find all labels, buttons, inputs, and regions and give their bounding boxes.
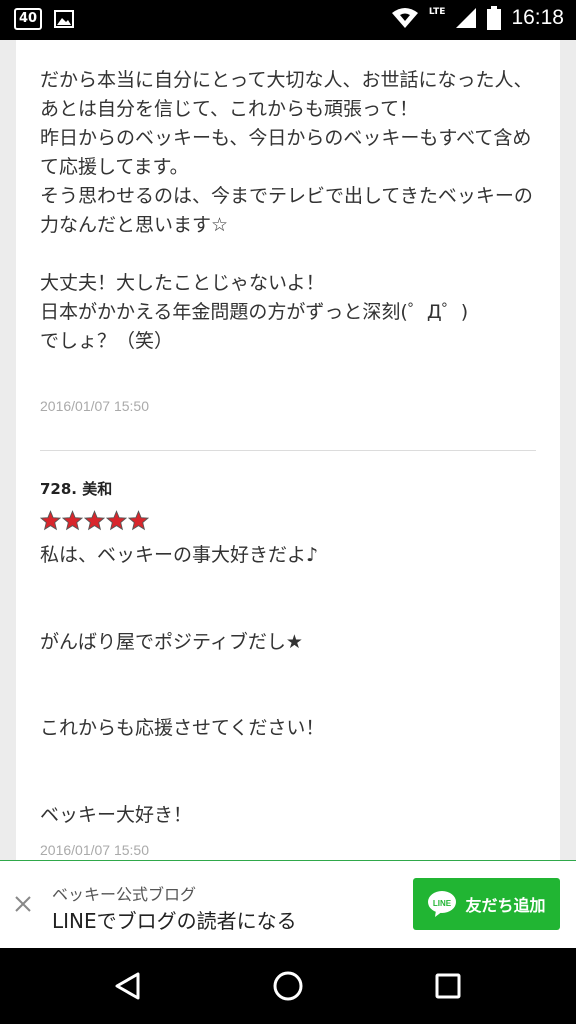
comment-divider (40, 450, 536, 451)
comment-line: ベッキー大好き！ (40, 804, 193, 826)
add-friend-button[interactable]: LINE 友だち追加 (413, 878, 560, 930)
recents-icon[interactable] (430, 968, 466, 1004)
star-icon (106, 510, 127, 531)
star-icon (40, 510, 61, 531)
star-icon (84, 510, 105, 531)
banner-title[interactable]: LINEでブログの読者になる (52, 905, 297, 934)
navigation-bar (0, 948, 576, 1024)
comment-line: がんばり屋でポジティブだし★ (40, 631, 303, 653)
image-icon (54, 10, 75, 28)
rating-stars (40, 510, 149, 531)
comment-number: 728. (40, 480, 78, 498)
add-friend-label: 友だち追加 (465, 896, 546, 915)
back-icon[interactable] (110, 968, 146, 1004)
comment-timestamp: 2016/01/07 15:50 (40, 842, 149, 858)
clock: 16:18 (511, 6, 564, 29)
line-logo-icon: LINE (428, 891, 457, 917)
battery-icon (487, 6, 502, 30)
close-icon[interactable] (12, 893, 34, 915)
wifi-icon (391, 8, 418, 28)
comment-line: これからも応援させてください！ (40, 717, 325, 739)
signal-icon (456, 8, 477, 28)
comment-line: 私は、ベッキーの事大好きだよ♪ (40, 544, 319, 566)
home-icon[interactable] (270, 968, 306, 1004)
comment-timestamp: 2016/01/07 15:50 (40, 398, 149, 414)
line-follow-banner: ベッキー公式ブログ LINEでブログの読者になる LINE 友だち追加 (0, 860, 576, 948)
notification-count-icon: 40 (14, 8, 43, 30)
blog-comments: だから本当に自分にとって大切な人、お世話になった人、 あとは自分を信じて、これか… (16, 40, 560, 860)
star-icon (62, 510, 83, 531)
network-type: LTE (428, 6, 446, 17)
comment-body: だから本当に自分にとって大切な人、お世話になった人、 あとは自分を信じて、これか… (40, 69, 533, 352)
svg-text:LINE: LINE (433, 899, 452, 908)
comment-header: 728. 美和 (40, 478, 112, 499)
blog-name: ベッキー公式ブログ (52, 885, 197, 904)
status-bar: 40 LTE 16:18 (0, 0, 576, 40)
comment-author: 美和 (82, 480, 113, 498)
star-icon (128, 510, 149, 531)
